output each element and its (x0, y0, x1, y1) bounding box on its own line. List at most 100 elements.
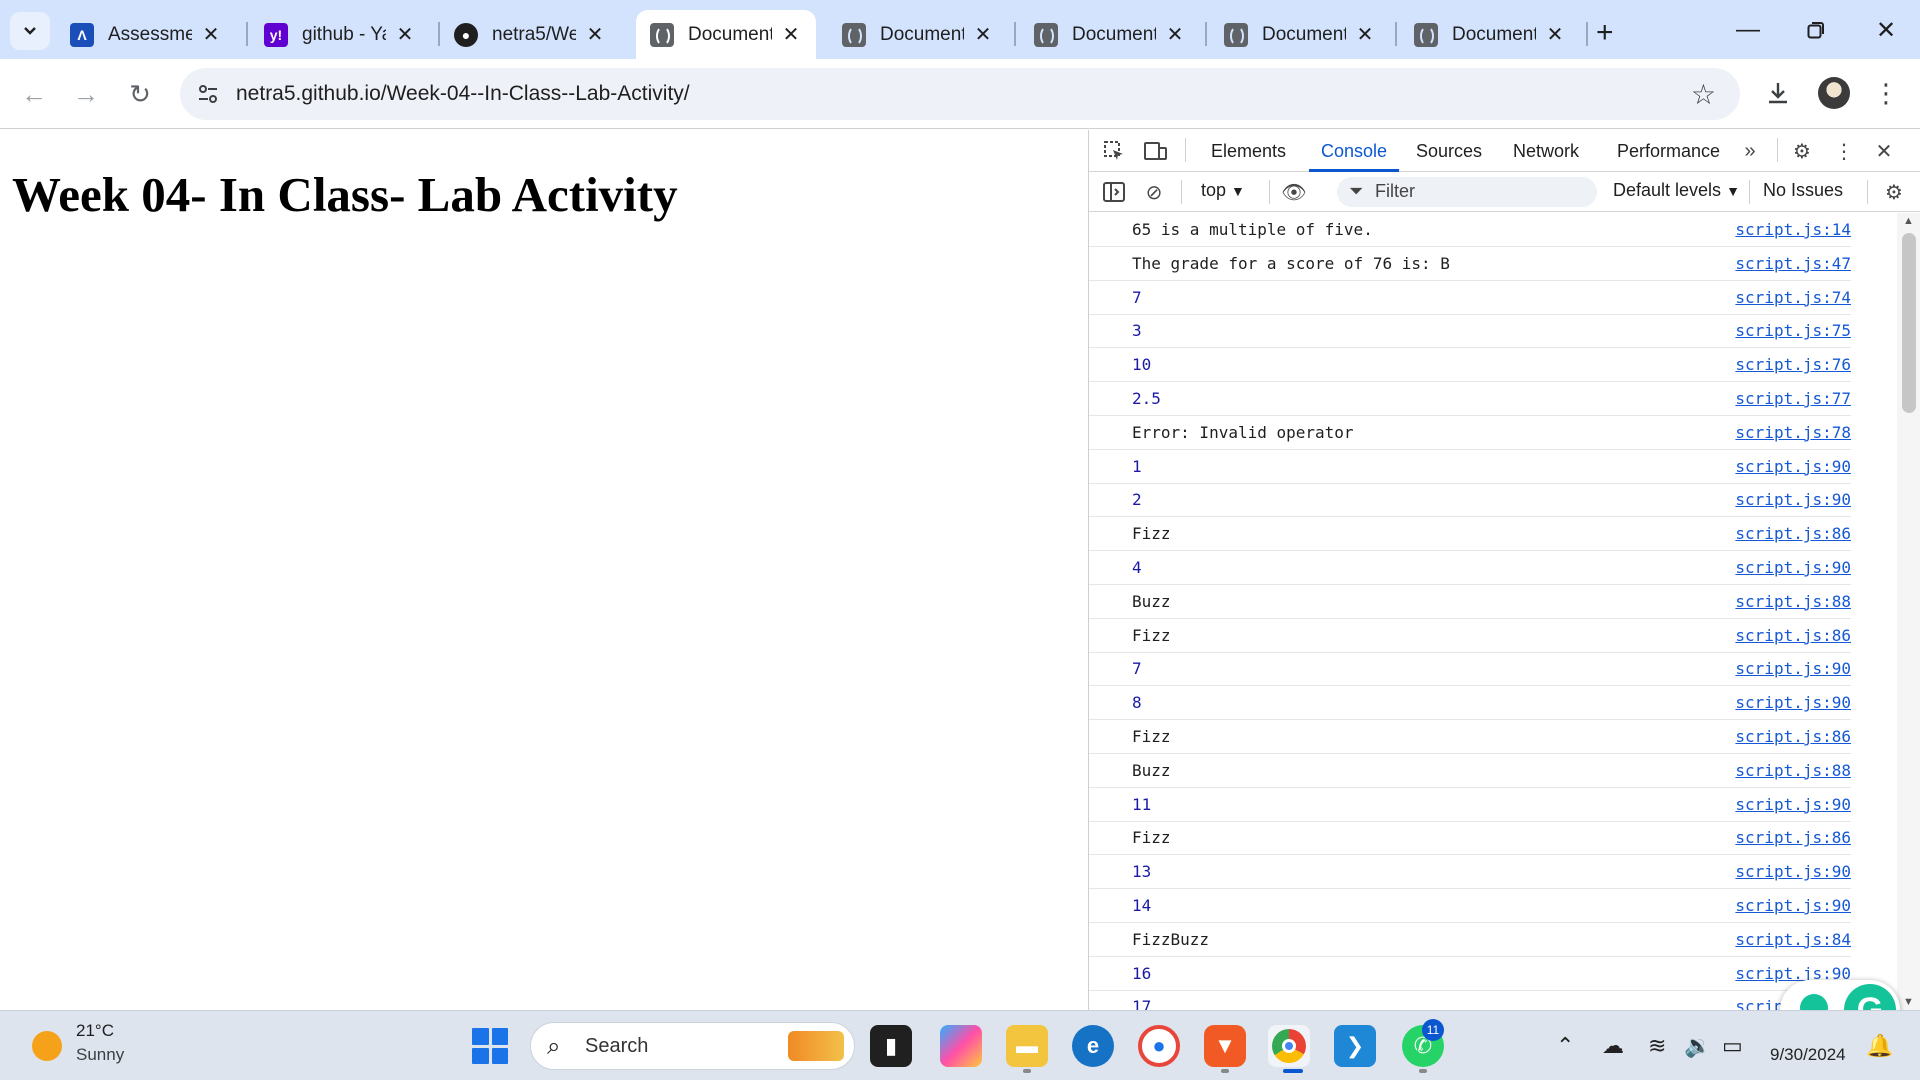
chrome-canary-icon[interactable]: ● (1138, 1025, 1180, 1067)
source-link[interactable]: script.js:47 (1735, 254, 1851, 273)
source-link[interactable]: script.js:90 (1735, 862, 1851, 881)
source-link[interactable]: script.js:86 (1735, 828, 1851, 847)
downloads-button[interactable] (1758, 73, 1798, 113)
more-tabs-button[interactable]: » (1737, 139, 1763, 163)
tab-document-active[interactable]: Document ✕ (636, 10, 816, 59)
device-toggle-button[interactable] (1143, 139, 1169, 163)
log-levels-dropdown[interactable]: Default levels ▼ (1613, 180, 1740, 201)
bookmark-star-icon[interactable]: ☆ (1691, 78, 1716, 111)
devtools-tab-performance[interactable]: Performance (1617, 130, 1720, 172)
start-button[interactable] (472, 1028, 508, 1064)
source-link[interactable]: script.js:90 (1735, 490, 1851, 509)
filter-placeholder: Filter (1375, 181, 1415, 201)
console-filter-input[interactable]: ⏷ Filter (1337, 177, 1597, 207)
source-link[interactable]: script.js:86 (1735, 524, 1851, 543)
source-link[interactable]: script.js:74 (1735, 288, 1851, 307)
tab-document[interactable]: Document ✕ (1400, 10, 1580, 59)
profile-button[interactable] (1814, 73, 1854, 113)
source-link[interactable]: script.js:90 (1735, 795, 1851, 814)
devtools-tab-network[interactable]: Network (1513, 130, 1579, 172)
source-link[interactable]: script.js:78 (1735, 423, 1851, 442)
source-link[interactable]: script.js:75 (1735, 321, 1851, 340)
show-hidden-icons-chevron-icon[interactable]: ⌃ (1556, 1033, 1574, 1059)
chrome-icon[interactable] (1268, 1025, 1310, 1067)
source-link[interactable]: script.js:88 (1735, 592, 1851, 611)
back-button[interactable]: ← (16, 76, 52, 112)
devtools-close-button[interactable]: ✕ (1871, 139, 1897, 163)
clear-console-button[interactable]: ⊘ (1141, 180, 1167, 204)
wifi-icon[interactable]: ≋ (1648, 1033, 1666, 1059)
issues-counter[interactable]: No Issues (1763, 180, 1843, 201)
notification-bell-icon[interactable]: 🔔 (1866, 1033, 1893, 1059)
tab-document[interactable]: Document ✕ (828, 10, 1008, 59)
close-tab-icon[interactable]: ✕ (200, 24, 222, 46)
console-scrollbar[interactable]: ▲ ▼ (1897, 213, 1920, 1010)
volume-icon[interactable]: 🔉 (1684, 1033, 1711, 1059)
tab-document[interactable]: Document ✕ (1020, 10, 1200, 59)
copilot-icon[interactable] (940, 1025, 982, 1067)
close-tab-icon[interactable]: ✕ (1544, 24, 1566, 46)
source-link[interactable]: script.js:77 (1735, 389, 1851, 408)
minimize-button[interactable]: — (1728, 12, 1768, 48)
source-link[interactable]: script.js:90 (1735, 558, 1851, 577)
console-message: Buzz (1132, 760, 1171, 780)
close-tab-icon[interactable]: ✕ (1164, 24, 1186, 46)
tab-search-button[interactable] (10, 12, 50, 50)
close-window-button[interactable]: ✕ (1866, 12, 1906, 48)
source-link[interactable]: script.js:86 (1735, 727, 1851, 746)
clock-date[interactable]: 9/30/2024 (1770, 1045, 1846, 1065)
sun-icon[interactable] (32, 1031, 62, 1061)
reload-button[interactable]: ↻ (122, 76, 158, 112)
menu-button[interactable]: ⋮ (1866, 73, 1906, 113)
page-heading: Week 04- In Class- Lab Activity (12, 167, 678, 222)
source-link[interactable]: script.js:90 (1735, 693, 1851, 712)
devtools-tab-elements[interactable]: Elements (1211, 130, 1286, 172)
source-link[interactable]: script.js:90 (1735, 659, 1851, 678)
task-view-icon[interactable]: ▮ (870, 1025, 912, 1067)
source-link[interactable]: script.js:90 (1735, 457, 1851, 476)
inspect-element-button[interactable] (1101, 139, 1127, 163)
tab-title: Document (1262, 23, 1346, 45)
vscode-icon[interactable]: ❯ (1334, 1025, 1376, 1067)
tab-yahoo[interactable]: y! github - Ya ✕ (250, 10, 430, 59)
close-tab-icon[interactable]: ✕ (394, 24, 416, 46)
new-tab-button[interactable]: + (1596, 16, 1614, 50)
close-tab-icon[interactable]: ✕ (1354, 24, 1376, 46)
devtools-tab-sources[interactable]: Sources (1416, 130, 1482, 172)
close-tab-icon[interactable]: ✕ (584, 24, 606, 46)
battery-icon[interactable]: ▭ (1722, 1033, 1743, 1059)
running-indicator (1221, 1069, 1229, 1073)
scroll-up-icon[interactable]: ▲ (1903, 215, 1914, 227)
restore-button[interactable] (1796, 12, 1836, 48)
sidebar-toggle-button[interactable] (1101, 180, 1127, 204)
close-tab-icon[interactable]: ✕ (780, 24, 802, 46)
scrollbar-thumb[interactable] (1902, 233, 1916, 413)
tab-github[interactable]: ● netra5/We ✕ (440, 10, 620, 59)
devtools-tab-console[interactable]: Console (1309, 130, 1400, 172)
tab-document[interactable]: Document ✕ (1210, 10, 1390, 59)
console-settings-button[interactable]: ⚙ (1881, 180, 1907, 204)
console-message: 2 (1132, 490, 1142, 510)
brave-icon[interactable]: ▼ (1204, 1025, 1246, 1067)
source-link[interactable]: script.js:86 (1735, 626, 1851, 645)
live-expression-button[interactable]: 👁 (1281, 180, 1307, 204)
context-selector[interactable]: top ▼ (1201, 180, 1245, 201)
source-link[interactable]: script.js:84 (1735, 930, 1851, 949)
address-bar[interactable]: netra5.github.io/Week-04--In-Class--Lab-… (180, 68, 1740, 120)
source-link[interactable]: script.js:90 (1735, 896, 1851, 915)
source-link[interactable]: script.js:14 (1735, 220, 1851, 239)
devtools-settings-button[interactable]: ⚙ (1789, 139, 1815, 163)
file-explorer-icon[interactable]: ▬ (1006, 1025, 1048, 1067)
tab-assessment[interactable]: Λ Assessmen ✕ (56, 10, 236, 59)
forward-button[interactable]: → (68, 76, 104, 112)
weather-temperature[interactable]: 21°C (76, 1021, 114, 1041)
devtools-menu-button[interactable]: ⋮ (1831, 139, 1857, 163)
weather-condition[interactable]: Sunny (76, 1045, 124, 1065)
onedrive-cloud-icon[interactable]: ☁ (1602, 1033, 1624, 1059)
close-tab-icon[interactable]: ✕ (972, 24, 994, 46)
edge-icon[interactable]: e (1072, 1025, 1114, 1067)
scroll-down-icon[interactable]: ▼ (1903, 996, 1914, 1008)
source-link[interactable]: script.js:88 (1735, 761, 1851, 780)
source-link[interactable]: script.js:76 (1735, 355, 1851, 374)
taskbar-search[interactable]: ⌕ Search (530, 1022, 855, 1070)
